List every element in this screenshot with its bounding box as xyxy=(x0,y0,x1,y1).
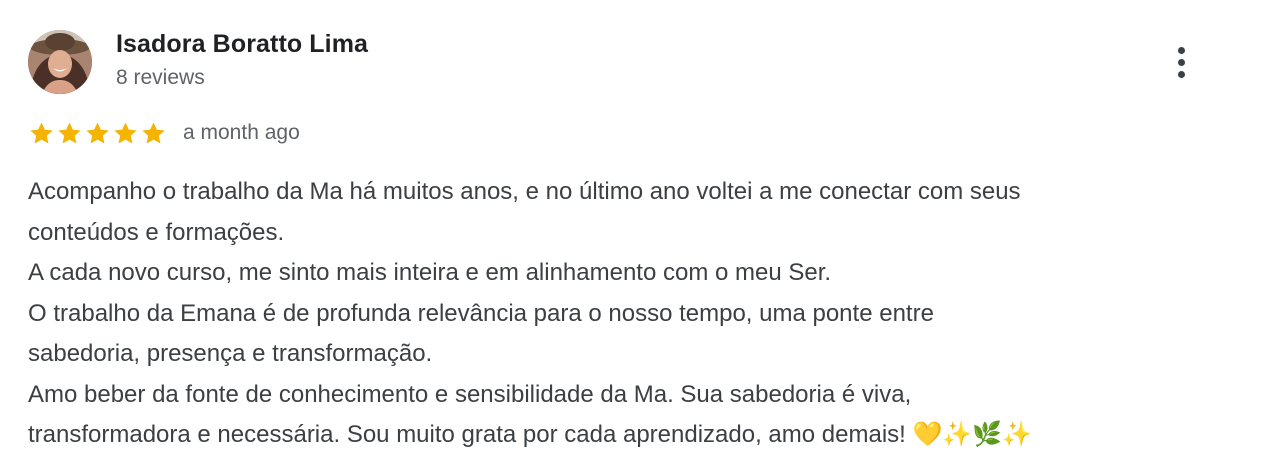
review-card: Isadora Boratto Lima 8 reviews a month a… xyxy=(0,0,1284,470)
star-icon xyxy=(84,120,111,147)
review-text-line: sabedoria, presença e transformação. xyxy=(28,340,433,367)
review-count[interactable]: 8 reviews xyxy=(116,66,205,90)
more-vertical-icon xyxy=(1177,46,1185,78)
review-date: a month ago xyxy=(183,121,300,144)
review-text-line: transformadora e necessária. Sou muito g… xyxy=(28,421,1033,448)
star-rating xyxy=(28,120,167,147)
review-text-line: Acompanho o trabalho da Ma há muitos ano… xyxy=(28,178,1021,205)
rating-row: a month ago xyxy=(28,118,300,148)
star-icon xyxy=(112,120,139,147)
review-text-line: conteúdos e formações. xyxy=(28,218,285,246)
star-icon xyxy=(28,120,55,147)
review-text-line: A cada novo curso, me sinto mais inteira… xyxy=(28,259,832,286)
review-text-line: O trabalho da Emana é de profunda relevâ… xyxy=(28,299,934,327)
star-icon xyxy=(140,120,167,147)
star-icon xyxy=(56,120,83,147)
avatar[interactable] xyxy=(28,30,92,94)
author-name[interactable]: Isadora Boratto Lima xyxy=(116,30,368,59)
review-text: Acompanho o trabalho da Ma há muitos ano… xyxy=(28,172,1248,456)
review-text-line: Amo beber da fonte de conhecimento e sen… xyxy=(28,380,912,408)
avatar-image xyxy=(28,30,92,94)
more-options-button[interactable] xyxy=(1162,40,1200,84)
